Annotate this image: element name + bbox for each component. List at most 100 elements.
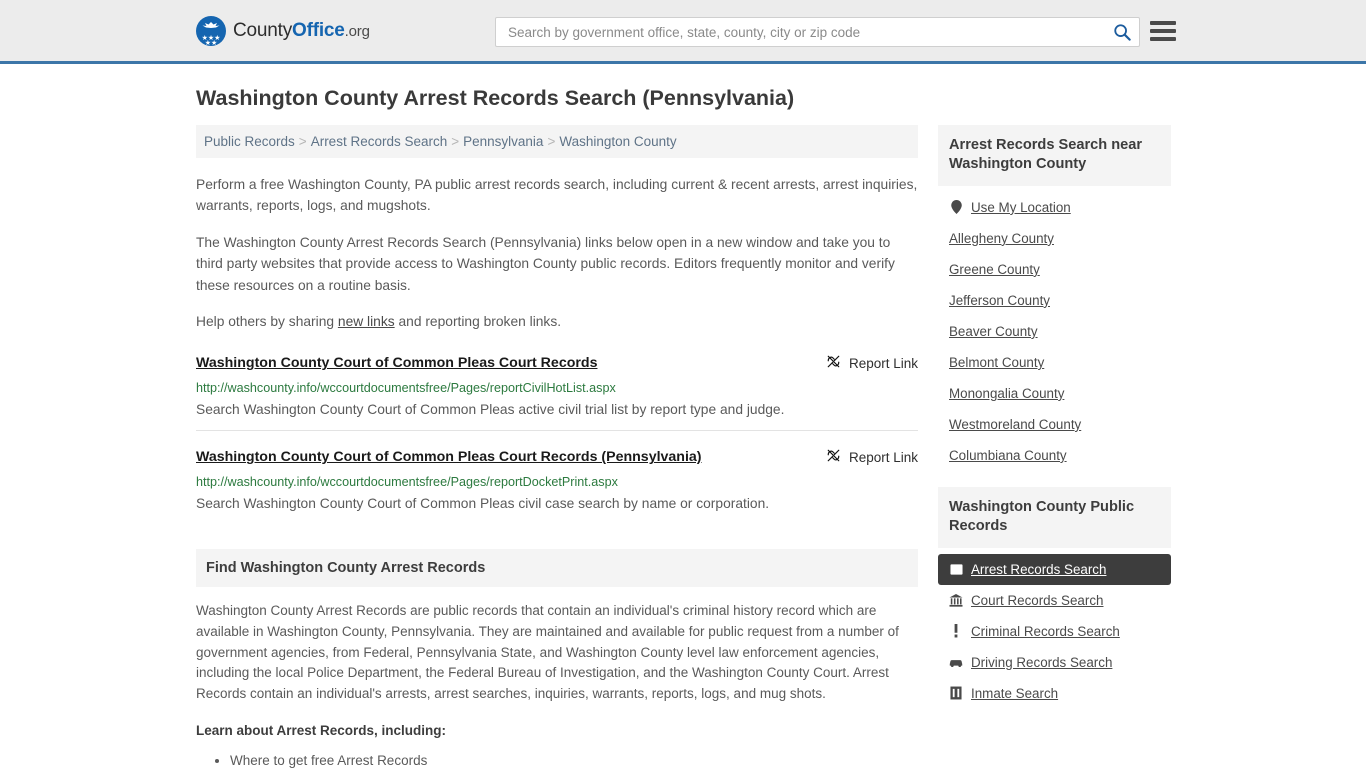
- inmate-glyph: [950, 686, 962, 700]
- list-item: Court Records Search: [938, 585, 1171, 616]
- brand-text: CountyOffice.org: [233, 20, 370, 42]
- breadcrumb-item-3[interactable]: Washington County: [559, 134, 676, 149]
- nearby-panel-heading: Arrest Records Search near Washington Co…: [938, 125, 1171, 186]
- sidebar-item-monongalia-county[interactable]: Monongalia County: [938, 378, 1171, 409]
- eagle-seal-icon: ★★★ ★★: [196, 15, 226, 46]
- sidebar-item-label: Beaver County: [949, 323, 1038, 339]
- broken-link-icon: [826, 448, 841, 466]
- intro-paragraph-3: Help others by sharing new links and rep…: [196, 311, 918, 332]
- result-description: Search Washington County Court of Common…: [196, 401, 785, 417]
- report-link-button[interactable]: Report Link: [826, 353, 918, 372]
- breadcrumb-separator-0: >: [298, 134, 307, 149]
- sidebar-item-label: Monongalia County: [949, 385, 1065, 401]
- result-header: Washington County Court of Common Pleas …: [196, 447, 918, 468]
- list-item: Inmate Search: [938, 678, 1171, 709]
- breadcrumb-item-2[interactable]: Pennsylvania: [463, 134, 543, 149]
- sidebar-item-greene-county[interactable]: Greene County: [938, 254, 1171, 285]
- learn-about-heading: Learn about Arrest Records, including:: [196, 723, 447, 739]
- content-columns: Public Records > Arrest Records Search > Pen…: [196, 125, 1171, 768]
- sidebar-item-beaver-county[interactable]: Beaver County: [938, 316, 1171, 347]
- seal-stars-row2: ★★: [204, 39, 218, 46]
- broken-link-icon: [826, 354, 841, 372]
- car-glyph: [949, 660, 963, 667]
- sidebar-item-label: Columbiana County: [949, 447, 1067, 463]
- sidebar-item-use-my-location[interactable]: Use My Location: [938, 192, 1171, 223]
- public-records-panel: Washington County Public Records Arrest …: [938, 486, 1171, 709]
- breadcrumb-item-0[interactable]: Public Records: [204, 134, 295, 149]
- site-header: ★★★ ★★ CountyOffice.org: [0, 0, 1366, 64]
- sidebar-item-label: Greene County: [949, 261, 1040, 277]
- sidebar-item-inmate-search[interactable]: Inmate Search: [938, 678, 1171, 709]
- brand-part-office: Office: [292, 19, 345, 41]
- sidebar-item-label: Jefferson County: [949, 292, 1050, 308]
- intro-paragraph-1: Perform a free Washington County, PA pub…: [196, 177, 918, 214]
- result-description: Search Washington County Court of Common…: [196, 496, 770, 512]
- sidebar-item-arrest-records-search[interactable]: Arrest Records Search: [938, 553, 1171, 585]
- site-logo[interactable]: ★★★ ★★ CountyOffice.org: [196, 15, 370, 46]
- find-records-body: Washington County Arrest Records are pub…: [196, 601, 918, 768]
- sidebar-item-label: Westmoreland County: [949, 416, 1082, 432]
- page-title: Washington County Arrest Records Search …: [196, 86, 795, 110]
- intro-text: Perform a free Washington County, PA pub…: [196, 174, 918, 332]
- sidebar: Arrest Records Search near Washington Co…: [938, 125, 1171, 709]
- sidebar-item-allegheny-county[interactable]: Allegheny County: [938, 223, 1171, 254]
- courthouse-icon: [949, 593, 963, 607]
- list-item: Use My Location: [938, 192, 1171, 223]
- public-records-panel-list: Arrest Records Search Court Records Sear…: [938, 548, 1171, 709]
- sidebar-item-label: Criminal Records Search: [971, 623, 1120, 639]
- find-records-paragraph: Washington County Arrest Records are pub…: [196, 602, 899, 702]
- list-item: Westmoreland County: [938, 409, 1171, 440]
- result-title-link[interactable]: Washington County Court of Common Pleas …: [196, 353, 597, 374]
- sidebar-item-label: Allegheny County: [949, 230, 1054, 246]
- list-item: Jefferson County: [938, 285, 1171, 316]
- nearby-panel: Arrest Records Search near Washington Co…: [938, 125, 1171, 471]
- menu-bar-1: [1150, 21, 1176, 25]
- list-item: Driving Records Search: [938, 647, 1171, 678]
- result-title-link[interactable]: Washington County Court of Common Pleas …: [196, 447, 702, 468]
- brand-part-county: County: [233, 19, 293, 41]
- result-header: Washington County Court of Common Pleas …: [196, 353, 918, 374]
- list-item: Belmont County: [938, 347, 1171, 378]
- sidebar-item-jefferson-county[interactable]: Jefferson County: [938, 285, 1171, 316]
- sidebar-item-westmoreland-county[interactable]: Westmoreland County: [938, 409, 1171, 440]
- result-url: http://washcounty.info/wccourtdocumentsf…: [196, 474, 618, 489]
- list-item: Where to get free Arrest Records: [230, 750, 918, 768]
- list-item: Monongalia County: [938, 378, 1171, 409]
- sidebar-item-label: Arrest Records Search: [971, 561, 1107, 577]
- share-text-before: Help others by sharing: [196, 313, 338, 329]
- exclamation-icon: [949, 624, 963, 638]
- arrest-card-glyph: [949, 564, 963, 575]
- sidebar-item-driving-records-search[interactable]: Driving Records Search: [938, 647, 1171, 678]
- report-link-button[interactable]: Report Link: [826, 447, 918, 466]
- sidebar-item-criminal-records-search[interactable]: Criminal Records Search: [938, 616, 1171, 647]
- breadcrumb-separator-1: >: [451, 134, 460, 149]
- sidebar-item-court-records-search[interactable]: Court Records Search: [938, 585, 1171, 616]
- map-pin-icon: [949, 200, 963, 215]
- public-records-panel-heading: Washington County Public Records: [938, 486, 1171, 548]
- hamburger-menu-icon[interactable]: [1150, 18, 1176, 44]
- result-item: Washington County Court of Common Pleas …: [196, 441, 918, 524]
- panel-spacer: [938, 471, 1171, 487]
- result-divider: [196, 430, 918, 432]
- search-bar[interactable]: [495, 17, 1140, 47]
- list-item: Beaver County: [938, 316, 1171, 347]
- sidebar-item-label: Inmate Search: [971, 685, 1059, 701]
- result-url: http://washcounty.info/wccourtdocumentsf…: [196, 380, 616, 395]
- sidebar-item-belmont-county[interactable]: Belmont County: [938, 347, 1171, 378]
- map-pin-glyph: [950, 200, 962, 215]
- search-icon[interactable]: [1113, 23, 1131, 41]
- car-icon: [949, 655, 963, 669]
- report-link-label: Report Link: [848, 449, 918, 465]
- breadcrumb: Public Records > Arrest Records Search > Pen…: [196, 125, 918, 158]
- breadcrumb-separator-2: >: [547, 134, 556, 149]
- intro-paragraph-2: The Washington County Arrest Records Sea…: [196, 234, 895, 293]
- breadcrumb-item-1[interactable]: Arrest Records Search: [311, 134, 448, 149]
- sidebar-item-columbiana-county[interactable]: Columbiana County: [938, 440, 1171, 471]
- new-links-link[interactable]: new links: [338, 314, 395, 329]
- learn-about-list: Where to get free Arrest Records How to …: [196, 750, 918, 768]
- search-input[interactable]: [506, 23, 1109, 41]
- broken-link-glyph: [827, 355, 840, 368]
- result-item: Washington County Court of Common Pleas …: [196, 347, 918, 441]
- sidebar-item-label: Belmont County: [949, 354, 1045, 370]
- sidebar-item-label: Driving Records Search: [971, 654, 1113, 670]
